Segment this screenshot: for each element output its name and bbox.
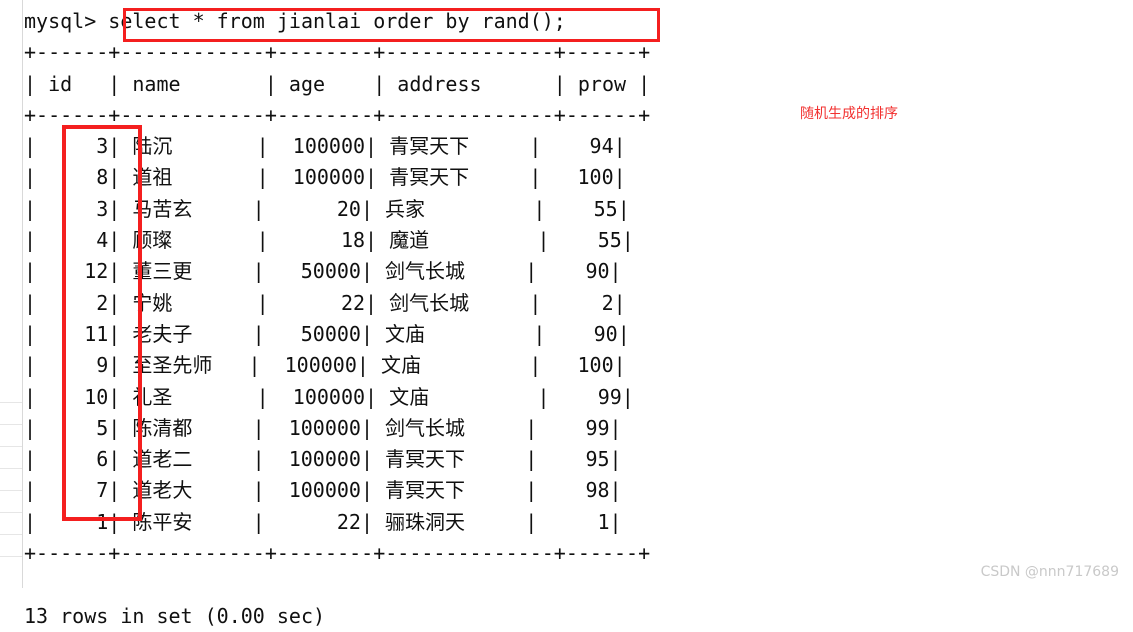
terminal-line: | 5| 陈清都 | 100000| 剑气长城 | 99| bbox=[24, 415, 622, 440]
terminal-line: | 2| 宁姚 | 22| 剑气长城 | 2| bbox=[24, 290, 626, 315]
terminal-line: | 1| 陈平安 | 22| 骊珠洞天 | 1| bbox=[24, 509, 622, 534]
terminal-line: | 6| 道老二 | 100000| 青冥天下 | 95| bbox=[24, 447, 622, 472]
terminal-line: mysql> select * from jianlai order by ra… bbox=[24, 9, 566, 33]
side-annotation-note: 随机生成的排序 bbox=[800, 106, 898, 122]
terminal-line: +------+------------+--------+----------… bbox=[24, 541, 651, 566]
terminal-line: | 12| 董三更 | 50000| 剑气长城 | 90| bbox=[24, 259, 622, 284]
terminal-line: +------+------------+--------+----------… bbox=[24, 102, 651, 127]
terminal-line: +------+------------+--------+----------… bbox=[24, 40, 651, 65]
terminal-line: | 7| 道老大 | 100000| 青冥天下 | 98| bbox=[24, 478, 622, 503]
terminal-line: | 9| 至圣先师 | 100000| 文庙 | 100| bbox=[24, 353, 626, 378]
csdn-watermark: CSDN @nnn717689 bbox=[980, 564, 1119, 580]
terminal-line: 13 rows in set (0.00 sec) bbox=[24, 603, 326, 628]
terminal-line: | 3| 马苦玄 | 20| 兵家 | 55| bbox=[24, 196, 630, 221]
terminal-line: | 8| 道祖 | 100000| 青冥天下 | 100| bbox=[24, 165, 626, 190]
terminal-line: | 3| 陆沉 | 100000| 青冥天下 | 94| bbox=[24, 134, 626, 159]
terminal-text: mysql> select * from jianlai order by ra… bbox=[24, 6, 650, 632]
terminal-line: | 4| 顾璨 | 18| 魔道 | 55| bbox=[24, 228, 634, 253]
terminal-line: | 11| 老夫子 | 50000| 文庙 | 90| bbox=[24, 321, 630, 346]
editor-gutter bbox=[0, 0, 23, 588]
terminal-line: | 10| 礼圣 | 100000| 文庙 | 99| bbox=[24, 384, 634, 409]
mysql-console-output: mysql> select * from jianlai order by ra… bbox=[24, 0, 1133, 628]
terminal-line: | id | name | age | address | prow | bbox=[24, 71, 651, 96]
